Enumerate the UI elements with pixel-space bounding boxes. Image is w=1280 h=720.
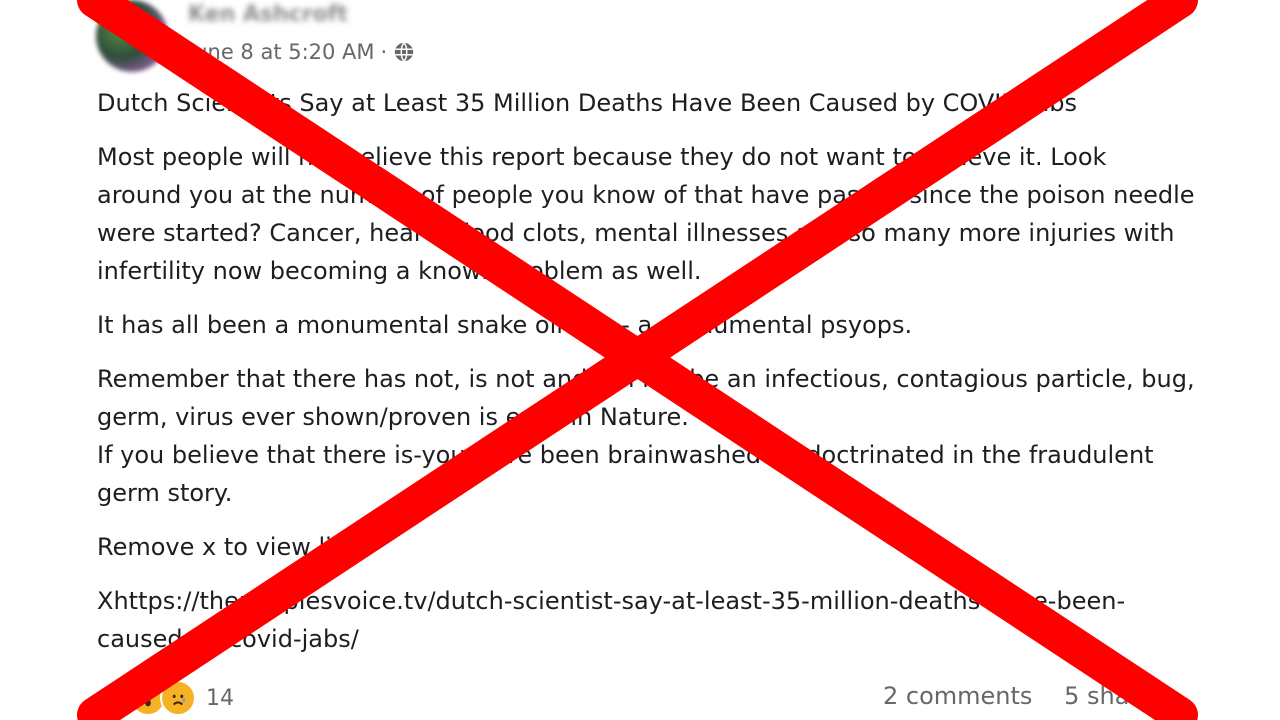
meta-separator: · bbox=[380, 40, 388, 64]
post-paragraph-1: Most people will not believe this report… bbox=[97, 143, 1195, 285]
post-paragraph-3-line-2: If you believe that there is-you have be… bbox=[97, 441, 1154, 507]
post-meta: June 8 at 5:20 AM · bbox=[188, 40, 415, 64]
reactions-summary[interactable]: 14 bbox=[100, 680, 234, 716]
post-link[interactable]: Xhttps://thepeoplesvoice.tv/dutch-scient… bbox=[97, 587, 1125, 653]
comments-count-link[interactable]: 2 comments bbox=[883, 682, 1032, 710]
post-body: Dutch Scientists Say at Least 35 Million… bbox=[97, 84, 1197, 674]
post-paragraph-4: Remove x to view link bbox=[97, 533, 361, 561]
post-stats: 2 comments 5 shares bbox=[883, 682, 1166, 710]
globe-icon[interactable] bbox=[393, 41, 415, 63]
post-title: Dutch Scientists Say at Least 35 Million… bbox=[97, 89, 1078, 117]
post-footer: 14 2 comments 5 shares bbox=[0, 676, 1280, 720]
sad-icon bbox=[160, 680, 196, 716]
reaction-count: 14 bbox=[206, 685, 234, 711]
post-paragraph-2: It has all been a monumental snake oil c… bbox=[97, 311, 913, 339]
avatar[interactable] bbox=[96, 0, 168, 72]
shares-count-link[interactable]: 5 shares bbox=[1064, 682, 1166, 710]
post-paragraph-3-line-1: Remember that there has not, is not and … bbox=[97, 365, 1195, 431]
author-name[interactable]: Ken Ashcroft bbox=[188, 2, 348, 27]
post-timestamp[interactable]: June 8 at 5:20 AM bbox=[188, 40, 375, 64]
